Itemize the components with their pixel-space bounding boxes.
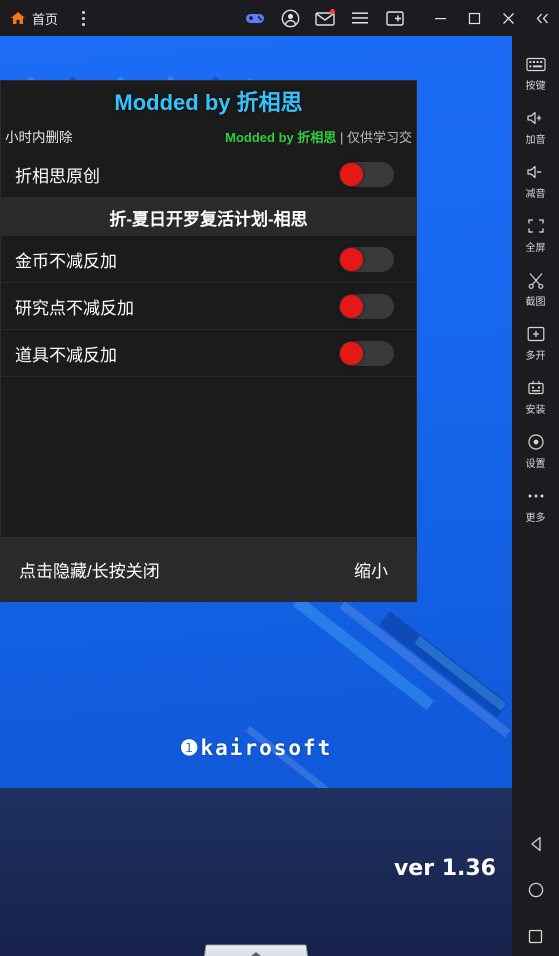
- sidebar-item-more[interactable]: 更多: [512, 478, 559, 532]
- volume-down-icon: [526, 163, 546, 182]
- home-circle-icon[interactable]: [526, 880, 546, 900]
- toggle-knob: [340, 294, 363, 318]
- sidebar-item-screenshot[interactable]: 截图: [512, 262, 559, 316]
- toggle-knob: [340, 341, 363, 365]
- more-dots-icon: [526, 487, 546, 506]
- mod-menu-sub-right: Modded by 折相思 | 仅供学习交: [225, 127, 412, 146]
- mod-menu-minimize-button[interactable]: 缩小: [354, 557, 388, 582]
- mail-icon[interactable]: [315, 8, 335, 28]
- toggle-switch[interactable]: [339, 246, 394, 272]
- mod-menu-sub-left: 小时内删除: [5, 130, 73, 145]
- sidebar-item-settings[interactable]: 设置: [512, 424, 559, 478]
- sidebar-label: 按键: [525, 80, 546, 92]
- sidebar-label: 全屏: [525, 242, 546, 254]
- sidebar-item-keymap[interactable]: 按键: [512, 46, 559, 100]
- toggle-switch[interactable]: [339, 340, 394, 366]
- mod-row-research[interactable]: 研究点不减反加: [1, 283, 416, 330]
- mod-row-label: 道具不减反加: [15, 345, 117, 365]
- sidebar-label: 设置: [525, 458, 546, 470]
- version-label: ver 1.36: [393, 856, 496, 881]
- nav-up-arrow-icon: [245, 952, 267, 956]
- titlebar-center-icons: [245, 0, 405, 36]
- emulator-screen[interactable]: 正在初次启动 2/2 ❶kairosoft ver 1.36 Modded by…: [0, 36, 512, 956]
- sidebar-item-volume-up[interactable]: 加音: [512, 100, 559, 154]
- android-nav-pill[interactable]: [202, 944, 310, 956]
- mod-row-label: 金币不减反加: [15, 251, 117, 271]
- mod-menu-note: 仅供学习交: [346, 129, 412, 145]
- toggle-knob: [340, 162, 363, 186]
- sidebar-item-fullscreen[interactable]: 全屏: [512, 208, 559, 262]
- mod-menu-spacer: [1, 377, 416, 537]
- emulator-sidebar: 按键 加音 减音 全屏 截图 多开 安装 设置 更多: [512, 36, 559, 956]
- home-tab-label: 首页: [32, 11, 59, 27]
- sidebar-label: 减音: [525, 188, 546, 200]
- back-icon[interactable]: [526, 834, 546, 854]
- sidebar-label: 截图: [525, 296, 546, 308]
- maximize-button[interactable]: [457, 0, 491, 36]
- mod-row-items[interactable]: 道具不减反加: [1, 330, 416, 377]
- keyboard-icon: [525, 55, 546, 74]
- home-tab[interactable]: 首页: [10, 9, 58, 28]
- toggle-switch[interactable]: [339, 161, 394, 187]
- volume-up-icon: [526, 109, 546, 128]
- recents-square-icon[interactable]: [526, 926, 546, 946]
- window-controls: [423, 0, 559, 36]
- collapse-sidebar-button[interactable]: [525, 0, 559, 36]
- mod-menu-title: Modded by 折相思: [1, 81, 416, 121]
- mod-menu-subrow: 小时内删除 Modded by 折相思 | 仅供学习交: [1, 121, 416, 151]
- sidebar-label: 更多: [525, 512, 546, 524]
- sidebar-label: 加音: [525, 134, 546, 146]
- gear-icon: [527, 433, 545, 452]
- mod-row-original[interactable]: 折相思原创: [1, 151, 416, 198]
- screen-share-icon[interactable]: [385, 8, 405, 28]
- mail-badge: [330, 9, 335, 14]
- mod-menu-sep: |: [336, 129, 347, 145]
- toggle-knob: [340, 247, 363, 271]
- sidebar-android-nav: [526, 834, 546, 946]
- apk-install-icon: [527, 379, 545, 398]
- gamepad-icon[interactable]: [245, 8, 265, 28]
- fullscreen-icon: [527, 217, 545, 236]
- mod-row-label: 研究点不减反加: [15, 298, 134, 318]
- close-button[interactable]: [491, 0, 525, 36]
- toggle-switch[interactable]: [339, 293, 394, 319]
- kebab-menu-icon[interactable]: [72, 6, 94, 30]
- sidebar-item-volume-down[interactable]: 减音: [512, 154, 559, 208]
- mod-menu-footer: 点击隐藏/长按关闭 缩小: [1, 537, 416, 601]
- scissors-icon: [527, 271, 545, 290]
- account-icon[interactable]: [280, 8, 300, 28]
- mod-row-label: 折相思原创: [15, 166, 100, 186]
- minimize-button[interactable]: [423, 0, 457, 36]
- sidebar-label: 多开: [525, 350, 546, 362]
- titlebar: 首页: [0, 0, 559, 36]
- list-menu-icon[interactable]: [350, 8, 370, 28]
- multi-instance-icon: [527, 325, 545, 344]
- mod-menu-credit: Modded by 折相思: [225, 129, 337, 145]
- mod-row-coins[interactable]: 金币不减反加: [1, 236, 416, 283]
- sidebar-label: 安装: [525, 404, 546, 416]
- mod-menu-hide-hint[interactable]: 点击隐藏/长按关闭: [19, 557, 160, 582]
- sidebar-item-install[interactable]: 安装: [512, 370, 559, 424]
- mod-section-title: 折-夏日开罗复活计划-相思: [1, 198, 416, 236]
- mod-menu-overlay[interactable]: Modded by 折相思 小时内删除 Modded by 折相思 | 仅供学习…: [0, 80, 417, 602]
- sidebar-item-multi-instance[interactable]: 多开: [512, 316, 559, 370]
- kairosoft-logo: ❶kairosoft: [179, 736, 333, 760]
- emulator-window: 首页 ❶kairosoft ver 1.36 Modded by 折相思 小时内…: [0, 0, 559, 956]
- home-icon: [10, 10, 26, 26]
